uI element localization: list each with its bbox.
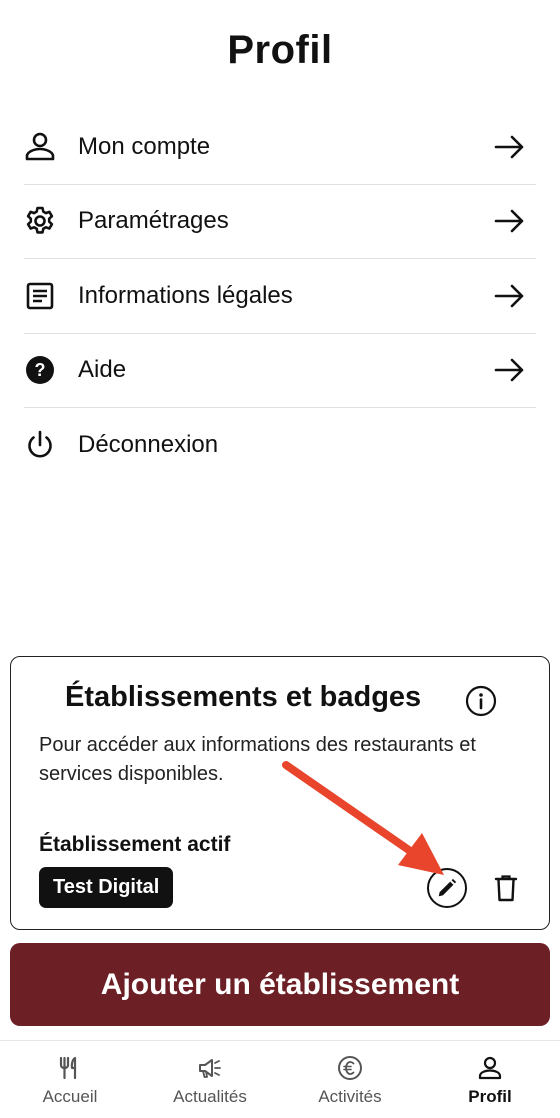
nav-label: Actualités	[173, 1087, 247, 1106]
person-icon	[24, 131, 56, 163]
nav-item-accueil[interactable]: Accueil	[0, 1041, 140, 1118]
menu-item-parametrages[interactable]: Paramétrages	[24, 185, 536, 259]
menu-item-aide[interactable]: ? Aide	[24, 334, 536, 408]
menu-item-label: Aide	[78, 356, 127, 384]
nav-item-profil[interactable]: Profil	[420, 1041, 560, 1118]
fork-knife-icon	[59, 1056, 77, 1080]
nav-label: Profil	[468, 1087, 512, 1106]
menu-item-label: Mon compte	[78, 132, 211, 160]
edit-button[interactable]	[427, 868, 467, 908]
svg-text:?: ?	[35, 360, 46, 380]
bottom-navigation: Accueil Actualités Activités Profil	[0, 1040, 560, 1118]
active-establishment-badge[interactable]: Test Digital	[39, 867, 174, 908]
help-icon: ?	[24, 354, 56, 386]
arrow-right-icon	[494, 131, 526, 163]
megaphone-icon	[199, 1059, 221, 1078]
menu-item-label: Informations légales	[78, 281, 293, 309]
active-establishment-label: Établissement actif	[39, 833, 231, 856]
profile-menu: Mon compte Paramétrages Informations lég…	[24, 110, 536, 483]
menu-item-label: Paramétrages	[78, 207, 229, 235]
pencil-icon	[438, 878, 457, 897]
gear-icon	[24, 205, 56, 237]
menu-item-informations-legales[interactable]: Informations légales	[24, 259, 536, 334]
menu-item-mon-compte[interactable]: Mon compte	[24, 110, 536, 185]
nav-item-actualites[interactable]: Actualités	[140, 1041, 280, 1118]
nav-item-activites[interactable]: Activités	[280, 1041, 420, 1118]
menu-item-label: Déconnexion	[78, 431, 219, 459]
menu-item-deconnexion[interactable]: Déconnexion	[24, 408, 536, 483]
add-establishment-button[interactable]: Ajouter un établissement	[10, 943, 550, 1026]
card-description: Pour accéder aux informations des restau…	[39, 734, 476, 785]
trash-icon	[494, 875, 518, 902]
arrow-right-icon	[494, 354, 526, 386]
document-icon	[24, 280, 56, 312]
person-icon	[478, 1056, 502, 1080]
nav-label: Activités	[318, 1087, 382, 1106]
page-title: Profil	[227, 28, 333, 72]
power-icon	[24, 429, 56, 461]
establishments-card: Établissements et badges Pour accéder au…	[10, 656, 550, 930]
card-title: Établissements et badges	[65, 681, 422, 713]
arrow-right-icon	[494, 205, 526, 237]
nav-label: Accueil	[42, 1087, 98, 1106]
info-icon[interactable]	[465, 685, 497, 717]
euro-icon	[338, 1056, 362, 1080]
delete-button[interactable]	[491, 871, 521, 905]
arrow-right-icon	[494, 280, 526, 312]
